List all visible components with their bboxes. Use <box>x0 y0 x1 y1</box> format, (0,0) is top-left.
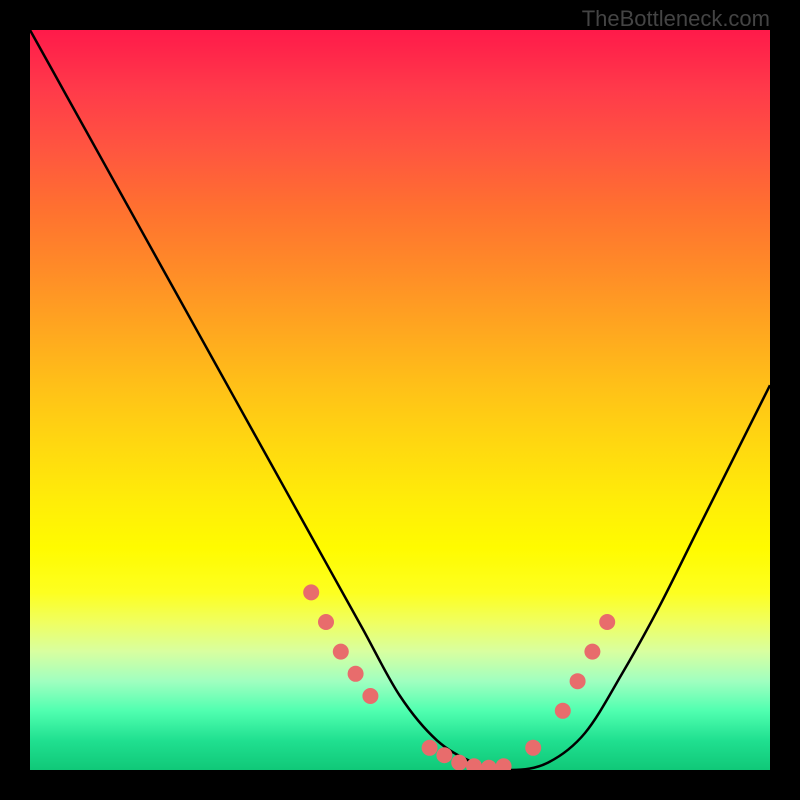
marker-point <box>525 740 541 756</box>
marker-point <box>555 703 571 719</box>
curve-svg <box>30 30 770 770</box>
highlighted-points-group <box>303 584 615 770</box>
marker-point <box>481 760 497 770</box>
marker-point <box>436 747 452 763</box>
plot-area <box>30 30 770 770</box>
marker-point <box>422 740 438 756</box>
marker-point <box>599 614 615 630</box>
marker-point <box>348 666 364 682</box>
marker-point <box>303 584 319 600</box>
marker-point <box>333 644 349 660</box>
marker-point <box>496 758 512 770</box>
bottleneck-curve-line <box>30 30 770 770</box>
marker-point <box>318 614 334 630</box>
marker-point <box>570 673 586 689</box>
marker-point <box>584 644 600 660</box>
watermark-text: TheBottleneck.com <box>582 6 770 32</box>
marker-point <box>451 755 467 770</box>
chart-container: TheBottleneck.com <box>0 0 800 800</box>
marker-point <box>362 688 378 704</box>
